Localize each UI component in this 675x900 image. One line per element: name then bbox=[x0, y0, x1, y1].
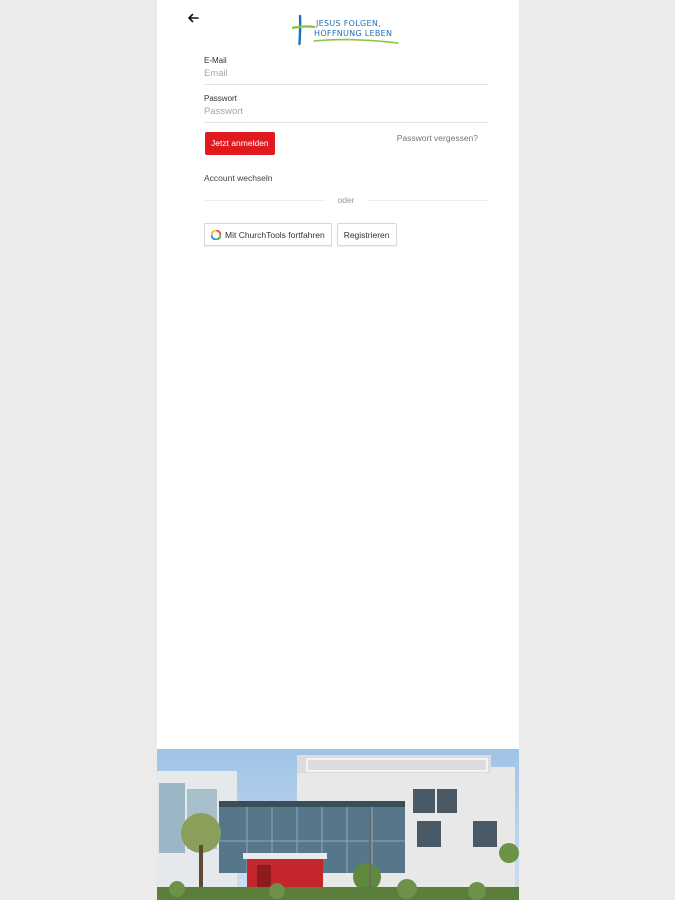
or-divider: oder bbox=[204, 194, 489, 206]
divider-text: oder bbox=[337, 195, 355, 205]
arrow-left-icon bbox=[188, 13, 199, 23]
divider-line-right bbox=[367, 199, 489, 201]
login-panel: JESUS FOLGEN, HOFFNUNG LEBEN E-Mail Pass… bbox=[157, 0, 519, 900]
church-logo: JESUS FOLGEN, HOFFNUNG LEBEN bbox=[290, 14, 402, 46]
churchtools-button-label: Mit ChurchTools fortfahren bbox=[225, 229, 325, 240]
password-label: Passwort bbox=[204, 94, 237, 103]
forgot-password-link[interactable]: Passwort vergessen? bbox=[397, 133, 478, 143]
login-button[interactable]: Jetzt anmelden bbox=[205, 132, 275, 155]
alternative-login-row: Mit ChurchTools fortfahren Registrieren bbox=[204, 223, 488, 246]
svg-text:HOFFNUNG LEBEN: HOFFNUNG LEBEN bbox=[314, 29, 392, 38]
back-button[interactable] bbox=[185, 10, 201, 26]
register-button[interactable]: Registrieren bbox=[336, 223, 397, 246]
churchtools-icon bbox=[211, 229, 221, 240]
login-actions: Jetzt anmelden Passwort vergessen? bbox=[204, 132, 488, 158]
divider-line-left bbox=[204, 199, 325, 201]
password-input[interactable] bbox=[204, 104, 488, 123]
church-building-photo bbox=[157, 749, 519, 900]
email-field-group: E-Mail bbox=[204, 56, 488, 85]
login-form: E-Mail Passwort Jetzt anmelden Passwort … bbox=[204, 56, 489, 246]
email-input[interactable] bbox=[204, 66, 488, 85]
password-field-group: Passwort bbox=[204, 94, 488, 123]
svg-text:JESUS FOLGEN,: JESUS FOLGEN, bbox=[315, 19, 381, 28]
switch-account-link[interactable]: Account wechseln bbox=[204, 173, 488, 183]
churchtools-button[interactable]: Mit ChurchTools fortfahren bbox=[204, 223, 332, 246]
email-label: E-Mail bbox=[204, 56, 227, 65]
